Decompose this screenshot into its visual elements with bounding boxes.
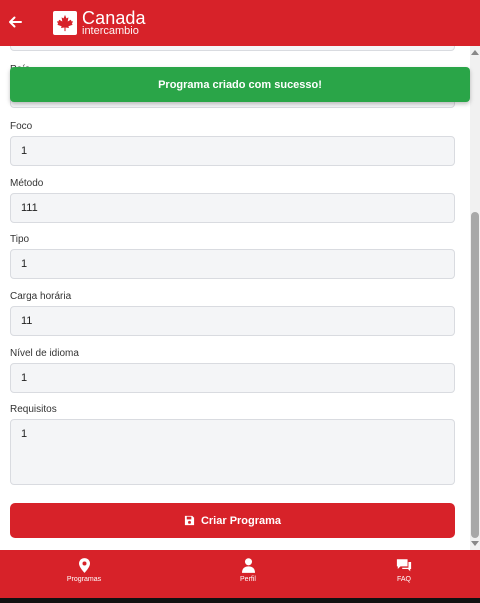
tipo-input[interactable]: 1 xyxy=(10,249,455,279)
hidden-top-input[interactable] xyxy=(10,46,455,51)
bottom-nav: Programas Perfil FAQ xyxy=(0,550,480,598)
field-label: Requisitos xyxy=(10,404,57,415)
app-logo[interactable]: Canada intercambio xyxy=(53,9,146,37)
chat-bubbles-icon xyxy=(396,559,412,572)
nav-item-faq[interactable]: FAQ xyxy=(374,558,434,583)
app-header: Canada intercambio xyxy=(0,0,480,46)
form-content: País Foco 1 Método 111 Tipo 1 Carga horá… xyxy=(0,46,470,550)
scroll-down-arrow-icon[interactable] xyxy=(471,541,479,546)
nav-label: Perfil xyxy=(240,576,256,583)
nav-label: Programas xyxy=(66,576,102,583)
arrow-left-icon xyxy=(9,16,22,28)
carga-horaria-input[interactable]: 11 xyxy=(10,306,455,336)
nivel-idioma-input[interactable]: 1 xyxy=(10,363,455,393)
nav-item-perfil[interactable]: Perfil xyxy=(218,558,278,583)
logo-subtitle: intercambio xyxy=(82,25,139,37)
create-program-label: Criar Programa xyxy=(200,514,282,527)
user-icon xyxy=(241,558,255,573)
scroll-up-arrow-icon[interactable] xyxy=(471,50,479,55)
success-toast: Programa criado com sucesso! xyxy=(10,67,470,102)
back-button[interactable] xyxy=(8,12,26,32)
field-label: Método xyxy=(10,178,44,189)
requisitos-textarea[interactable]: 1 xyxy=(10,419,455,485)
save-icon xyxy=(184,515,195,526)
create-program-button[interactable]: Criar Programa xyxy=(10,503,455,538)
maple-leaf-icon xyxy=(53,11,77,35)
nav-item-programas[interactable]: Programas xyxy=(54,558,114,583)
map-pin-icon xyxy=(78,558,90,573)
metodo-input[interactable]: 111 xyxy=(10,193,455,223)
screen-bottom-edge xyxy=(0,598,480,603)
nav-label: FAQ xyxy=(396,576,411,583)
field-label: Carga horária xyxy=(10,291,72,302)
scrollbar[interactable] xyxy=(470,46,480,550)
scroll-thumb[interactable] xyxy=(471,212,479,538)
field-label: Nível de idioma xyxy=(10,348,79,359)
field-label: Tipo xyxy=(10,234,30,245)
field-label: Foco xyxy=(10,121,33,132)
foco-input[interactable]: 1 xyxy=(10,136,455,166)
